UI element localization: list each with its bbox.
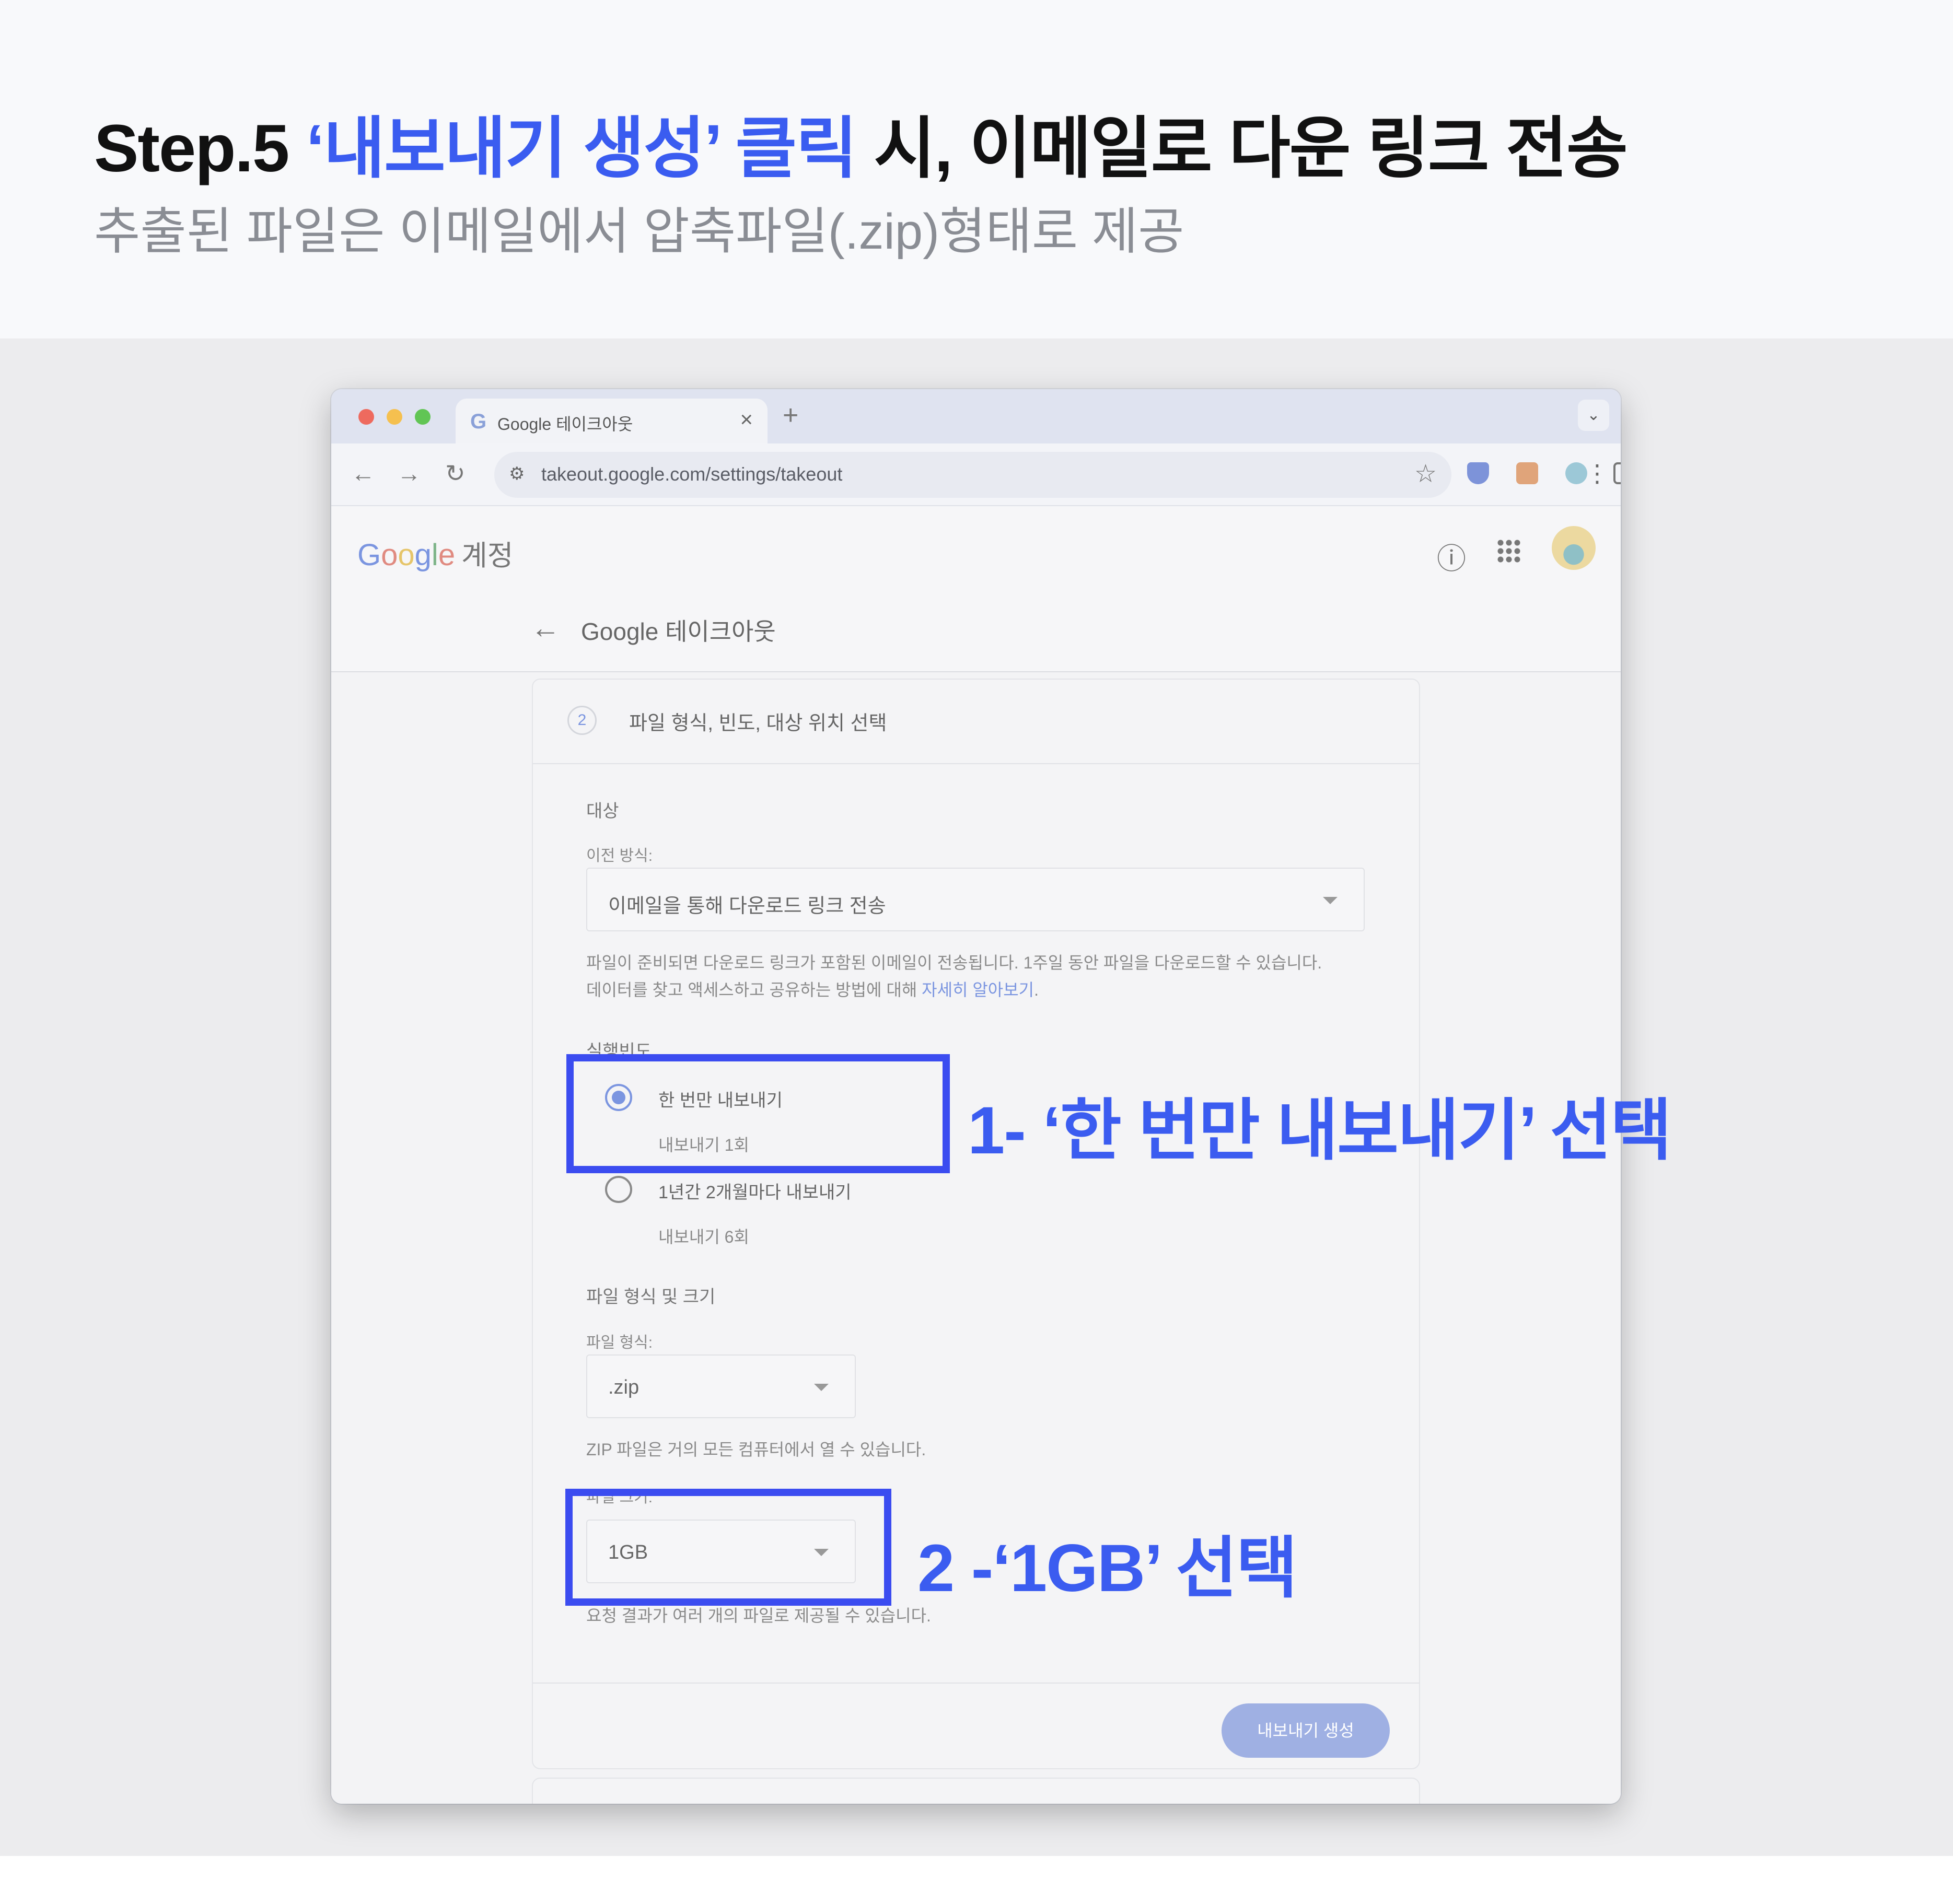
- tab-strip: G Google 테이크아웃 × + ⌄: [331, 389, 1621, 443]
- destination-section-label: 대상: [586, 801, 619, 821]
- bookmark-star-icon[interactable]: ☆: [1414, 459, 1437, 488]
- instruction-banner: Step.5 ‘내보내기 생성’ 클릭 시, 이메일로 다운 링크 전송 추출된…: [0, 0, 1953, 338]
- browser-tab[interactable]: G Google 테이크아웃 ×: [456, 399, 768, 443]
- extensions-puzzle-icon[interactable]: [1613, 462, 1621, 484]
- browser-menu-icon[interactable]: ⋮: [1585, 459, 1609, 487]
- tab-search-chevron-icon[interactable]: ⌄: [1578, 400, 1609, 431]
- address-bar[interactable]: ⚙ takeout.google.com/settings/takeout ☆: [494, 452, 1451, 498]
- export-bimonthly-radio[interactable]: [605, 1176, 632, 1203]
- file-type-description: ZIP 파일은 거의 모든 컴퓨터에서 열 수 있습니다.: [586, 1440, 926, 1459]
- file-type-dropdown[interactable]: .zip: [586, 1354, 856, 1418]
- window-controls: [358, 409, 431, 425]
- address-url: takeout.google.com/settings/takeout: [541, 463, 843, 485]
- site-settings-icon[interactable]: ⚙: [509, 463, 525, 484]
- format-section-label: 파일 형식 및 크기: [586, 1287, 716, 1307]
- destination-desc-text: 데이터를 찾고 액세스하고 공유하는 방법에 대해: [586, 980, 922, 999]
- forward-arrow-icon[interactable]: →: [397, 459, 421, 487]
- close-window-button[interactable]: [358, 409, 374, 425]
- logo-letter: o: [381, 538, 398, 572]
- back-arrow-icon[interactable]: ←: [531, 611, 560, 645]
- annotation-box-frequency: [566, 1054, 950, 1173]
- destination-desc-line2: 데이터를 찾고 액세스하고 공유하는 방법에 대해 자세히 알아보기.: [586, 976, 1322, 1003]
- create-export-button[interactable]: 내보내기 생성: [1222, 1703, 1390, 1758]
- annotation-label-one: 1- ‘한 번만 내보내기’ 선택: [968, 1093, 1672, 1168]
- account-label: 계정: [461, 540, 514, 571]
- logo-letter: G: [357, 538, 381, 572]
- destination-description: 파일이 준비되면 다운로드 링크가 포함된 이메일이 전송됩니다. 1주일 동안…: [586, 949, 1322, 1003]
- logo-letter: e: [438, 538, 456, 572]
- destination-desc-line1: 파일이 준비되면 다운로드 링크가 포함된 이메일이 전송됩니다. 1주일 동안…: [586, 953, 1322, 972]
- delivery-method-label: 이전 방식:: [586, 847, 653, 865]
- next-step-card: [532, 1778, 1420, 1804]
- file-size-description: 요청 결과가 여러 개의 파일로 제공될 수 있습니다.: [586, 1606, 931, 1625]
- divider: [533, 763, 1419, 764]
- shield-extension-icon[interactable]: [1467, 462, 1489, 484]
- logo-letter: o: [398, 538, 415, 572]
- back-arrow-icon[interactable]: ←: [351, 459, 375, 487]
- new-tab-icon[interactable]: +: [783, 400, 798, 431]
- chevron-down-icon: [1323, 897, 1338, 904]
- export-bimonthly-sublabel: 내보내기 6회: [658, 1228, 749, 1246]
- delivery-method-value: 이메일을 통해 다운로드 링크 전송: [608, 895, 886, 917]
- step-subtitle: 추출된 파일은 이메일에서 압축파일(.zip)형태로 제공: [94, 204, 1184, 260]
- destination-desc-end: .: [1034, 980, 1039, 999]
- chevron-down-icon: [814, 1384, 829, 1391]
- google-favicon-icon: G: [470, 410, 487, 433]
- maximize-window-button[interactable]: [415, 409, 431, 425]
- minimize-window-button[interactable]: [387, 409, 402, 425]
- tab-title: Google 테이크아웃: [497, 415, 633, 434]
- step-number-badge: 2: [567, 706, 597, 735]
- annotation-label-two: 2 -‘1GB’ 선택: [917, 1531, 1298, 1606]
- file-type-label: 파일 형식:: [586, 1334, 653, 1351]
- browser-toolbar: ← → ↻ ⚙ takeout.google.com/settings/take…: [331, 443, 1621, 506]
- reload-icon[interactable]: ↻: [445, 459, 466, 487]
- apps-grid-icon[interactable]: [1496, 539, 1521, 564]
- step-title: 파일 형식, 빈도, 대상 위치 선택: [629, 712, 887, 734]
- logo-letter: g: [414, 538, 432, 572]
- close-tab-icon[interactable]: ×: [740, 407, 753, 432]
- help-icon[interactable]: ⓘ: [1437, 535, 1466, 578]
- divider: [533, 1683, 1419, 1684]
- google-account-logo[interactable]: Google 계정: [357, 532, 513, 574]
- account-avatar[interactable]: [1552, 526, 1596, 570]
- step-rest: 시, 이메일로 다운 링크 전송: [856, 111, 1628, 186]
- account-header: Google 계정 ⓘ ← Google 테이크아웃: [331, 506, 1621, 672]
- fox-extension-icon[interactable]: [1516, 462, 1538, 484]
- step-label: Step.5: [94, 111, 306, 186]
- step-heading: Step.5 ‘내보내기 생성’ 클릭 시, 이메일로 다운 링크 전송: [94, 94, 1628, 191]
- chat-extension-icon[interactable]: [1565, 462, 1587, 484]
- delivery-method-dropdown[interactable]: 이메일을 통해 다운로드 링크 전송: [586, 868, 1365, 931]
- learn-more-link[interactable]: 자세히 알아보기: [922, 980, 1034, 999]
- annotation-box-size: [565, 1489, 891, 1606]
- file-type-value: .zip: [608, 1376, 640, 1398]
- export-bimonthly-label[interactable]: 1년간 2개월마다 내보내기: [658, 1178, 852, 1204]
- page-title: Google 테이크아웃: [581, 618, 776, 645]
- step-highlight: ‘내보내기 생성’ 클릭: [306, 111, 857, 186]
- logo-letter: l: [431, 538, 438, 572]
